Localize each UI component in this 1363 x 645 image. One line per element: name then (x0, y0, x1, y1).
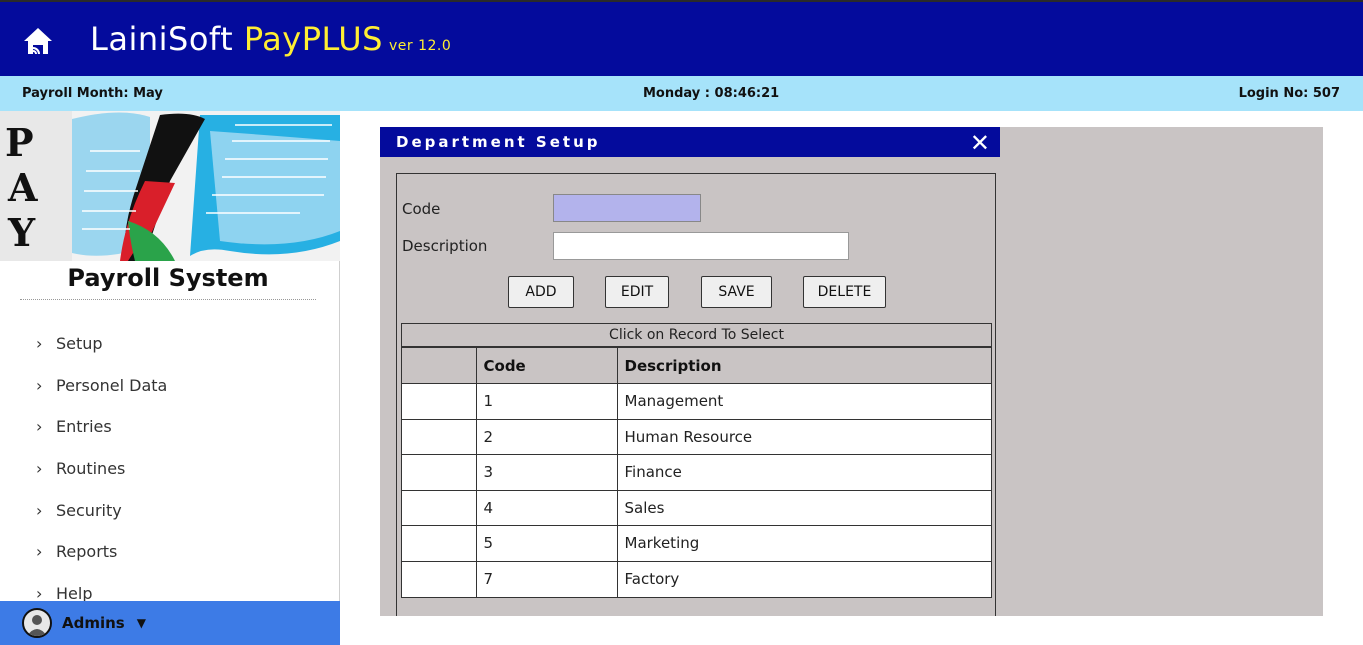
department-table: Code Description 1 Management 2 Human Re… (402, 347, 991, 597)
sidebar-item-security[interactable]: › Security (36, 489, 167, 531)
sidebar-item-reports[interactable]: › Reports (36, 531, 167, 573)
row-code: 2 (475, 418, 618, 455)
row-description: Human Resource (616, 418, 991, 455)
row-description: Factory (616, 560, 991, 597)
add-button[interactable]: ADD (508, 276, 574, 308)
row-selector[interactable] (402, 525, 477, 562)
description-input[interactable] (553, 232, 849, 260)
row-code: 3 (475, 454, 618, 491)
sidebar-item-setup[interactable]: › Setup (36, 323, 167, 365)
logo-letter-p: P (5, 120, 34, 165)
chevron-right-icon: › (36, 542, 43, 562)
user-name: Admins (62, 614, 125, 632)
row-description: Finance (616, 454, 991, 491)
sidebar-item-personel-data[interactable]: › Personel Data (36, 365, 167, 407)
sidebar-item-routines[interactable]: › Routines (36, 448, 167, 490)
app-header: LainiSoft PayPLUS ver 12.0 (0, 0, 1363, 76)
app-version: ver 12.0 (388, 38, 452, 54)
chevron-right-icon: › (36, 375, 43, 395)
system-title: Payroll System (67, 264, 269, 292)
code-input[interactable] (553, 194, 701, 222)
title-divider (20, 299, 316, 300)
pay-logo: P A Y (0, 111, 340, 261)
save-button[interactable]: SAVE (701, 276, 772, 308)
row-description: Marketing (616, 525, 991, 562)
sidebar-item-label: Routines (56, 459, 126, 479)
sidebar-menu: › Setup › Personel Data › Entries › Rout… (36, 323, 167, 614)
logo-letter-y: Y (7, 210, 36, 255)
brand-accent: PayPLUS (243, 20, 383, 58)
row-selector[interactable] (402, 454, 477, 491)
clock: Monday : 08:46:21 (643, 86, 780, 101)
table-row[interactable]: 2 Human Resource (402, 418, 991, 455)
close-icon[interactable]: ✕ (970, 129, 990, 157)
dialog-title-bar: Department Setup ✕ (380, 127, 1000, 157)
chevron-right-icon: › (36, 583, 43, 603)
home-icon[interactable] (22, 26, 54, 56)
table-row[interactable]: 7 Factory (402, 560, 991, 597)
payroll-month: Payroll Month: May (22, 86, 163, 101)
code-column-header: Code (475, 347, 618, 384)
sidebar-item-label: Entries (56, 417, 112, 437)
row-selector[interactable] (402, 560, 477, 597)
row-selector[interactable] (402, 418, 477, 455)
row-code: 7 (475, 560, 618, 597)
row-selector[interactable] (402, 489, 477, 526)
table-row[interactable]: 4 Sales (402, 489, 991, 526)
chevron-right-icon: › (36, 334, 43, 354)
sidebar: P A Y Payroll System › Setup › Personel … (0, 111, 340, 645)
row-code: 5 (475, 525, 618, 562)
sidebar-item-label: Help (56, 583, 93, 603)
dialog-title: Department Setup (396, 133, 601, 151)
description-column-header: Description (616, 347, 991, 384)
row-description: Management (616, 383, 991, 420)
info-bar: Payroll Month: May Monday : 08:46:21 Log… (0, 76, 1363, 111)
chevron-right-icon: › (36, 459, 43, 479)
logo-letter-a: A (7, 165, 38, 210)
sidebar-item-label: Personel Data (56, 375, 168, 395)
app-brand: LainiSoft PayPLUS ver 12.0 (90, 20, 451, 58)
chevron-right-icon: › (36, 500, 43, 520)
table-row[interactable]: 5 Marketing (402, 525, 991, 562)
table-row[interactable]: 3 Finance (402, 454, 991, 491)
sidebar-item-entries[interactable]: › Entries (36, 406, 167, 448)
description-label: Description (402, 237, 488, 255)
department-setup-form: Code Description ADD EDIT SAVE DELETE Cl… (396, 173, 996, 616)
chevron-right-icon: › (36, 417, 43, 437)
table-row[interactable]: 1 Management (402, 383, 991, 420)
code-label: Code (402, 200, 441, 218)
table-header-row: Code Description (402, 347, 991, 384)
avatar (22, 608, 52, 638)
brand-main: LainiSoft (90, 20, 234, 58)
edit-button[interactable]: EDIT (605, 276, 669, 308)
caret-down-icon[interactable]: ▼ (137, 616, 146, 630)
row-selector[interactable] (402, 383, 477, 420)
user-menu[interactable]: Admins ▼ (0, 601, 340, 645)
row-description: Sales (616, 489, 991, 526)
delete-button[interactable]: DELETE (803, 276, 886, 308)
user-icon (27, 615, 47, 636)
row-code: 1 (475, 383, 618, 420)
login-number: Login No: 507 (1238, 86, 1340, 101)
sidebar-item-label: Setup (56, 334, 103, 354)
department-grid: Click on Record To Select Code Descripti… (401, 323, 992, 598)
sidebar-item-label: Security (56, 500, 122, 520)
grid-caption: Click on Record To Select (402, 324, 991, 347)
row-code: 4 (475, 489, 618, 526)
sidebar-item-label: Reports (56, 542, 118, 562)
select-column-header (402, 347, 477, 384)
